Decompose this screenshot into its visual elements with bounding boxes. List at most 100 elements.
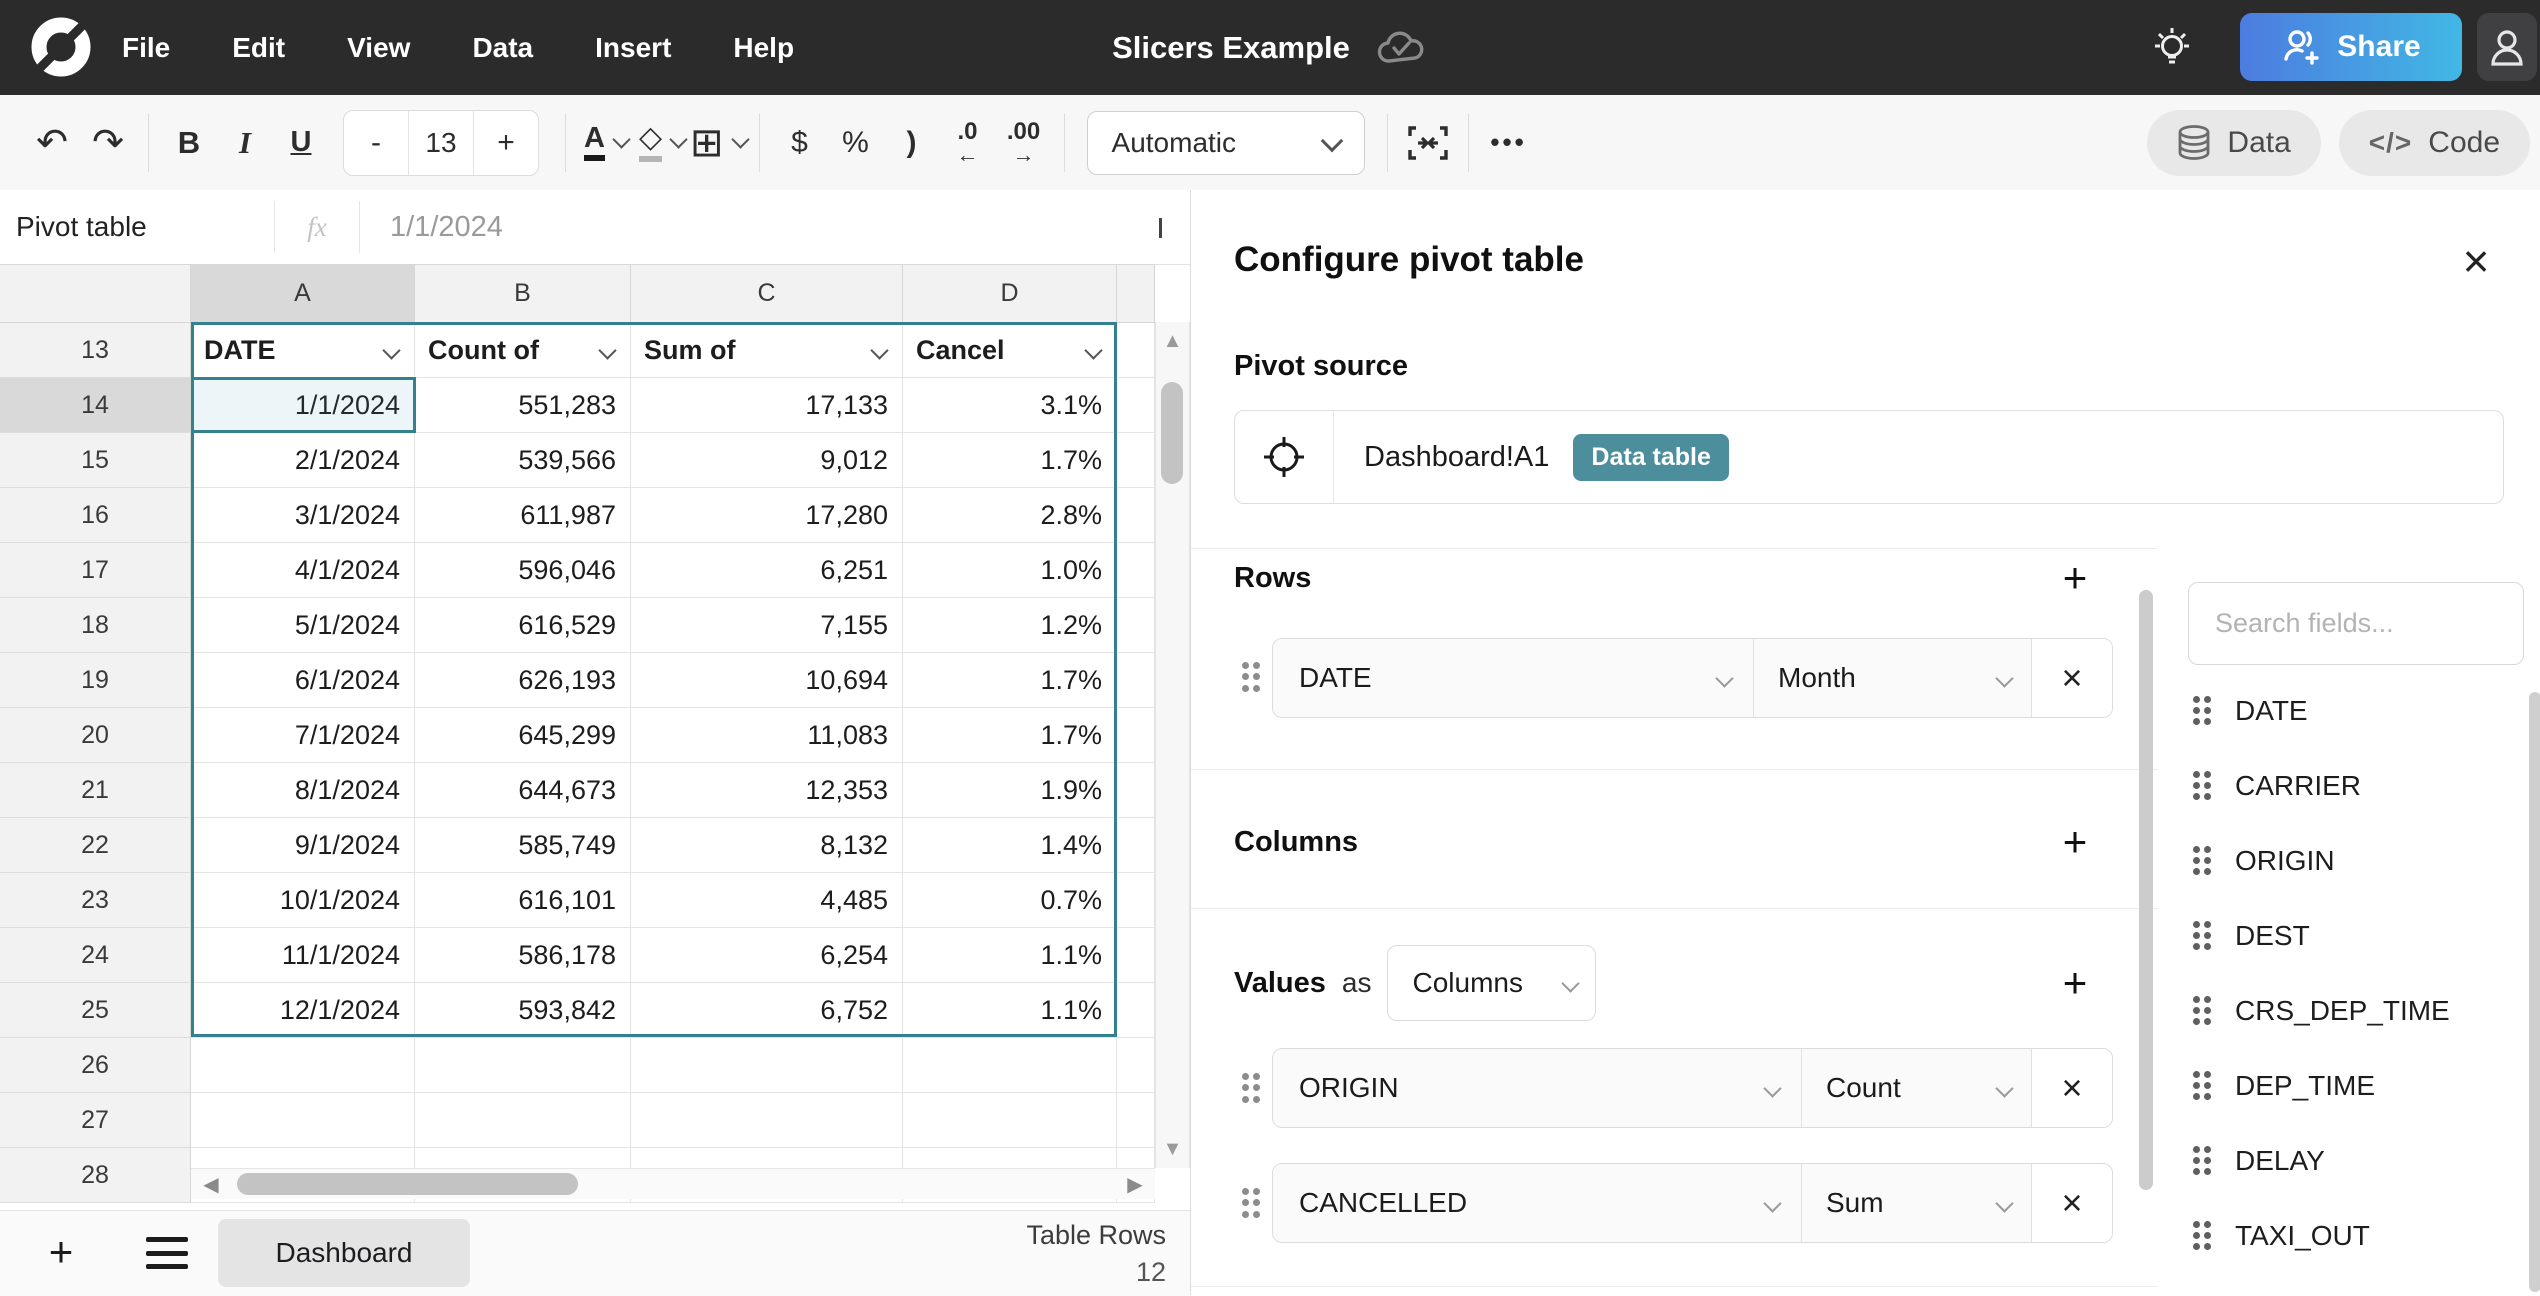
add-value-field-button[interactable]: + (2053, 961, 2097, 1005)
drag-handle-icon[interactable] (2191, 1144, 2213, 1178)
cell-empty[interactable] (1117, 598, 1155, 653)
cell-empty[interactable] (1117, 543, 1155, 598)
drag-handle-icon[interactable] (2191, 994, 2213, 1028)
horizontal-scrollbar[interactable]: ◀ ▶ (191, 1168, 1155, 1199)
row-header-27[interactable]: 27 (0, 1093, 191, 1148)
values-as-select[interactable]: Columns (1387, 945, 1596, 1021)
font-size-value[interactable]: 13 (408, 111, 474, 175)
cell-empty[interactable] (1117, 928, 1155, 983)
cell-empty[interactable] (415, 1038, 631, 1093)
decrease-decimal-button[interactable]: .0← (940, 111, 996, 175)
app-logo-icon[interactable] (30, 16, 92, 78)
field-item-crs_dep_time[interactable]: CRS_DEP_TIME (2191, 973, 2521, 1048)
cell[interactable]: 5/1/2024 (191, 598, 415, 653)
cell-empty[interactable] (1117, 983, 1155, 1038)
cell[interactable]: 17,280 (631, 488, 903, 543)
cell[interactable]: 0.7% (903, 873, 1117, 928)
cell[interactable]: 1.7% (903, 653, 1117, 708)
cell[interactable]: 596,046 (415, 543, 631, 598)
cell[interactable]: 616,529 (415, 598, 631, 653)
row-header-16[interactable]: 16 (0, 488, 191, 543)
value-aggregation-select[interactable]: Sum (1802, 1164, 2032, 1242)
document-title[interactable]: Slicers Example (1112, 30, 1350, 66)
horizontal-scroll-thumb[interactable] (237, 1173, 578, 1195)
underline-button[interactable]: U (273, 111, 329, 175)
cell[interactable]: 551,283 (415, 378, 631, 433)
filter-cell-cancel[interactable]: Cancel (903, 323, 1117, 378)
drag-handle-icon[interactable] (1240, 1071, 1262, 1105)
cell-empty[interactable] (1117, 1038, 1155, 1093)
close-icon[interactable]: × (2453, 238, 2499, 284)
cell[interactable]: 645,299 (415, 708, 631, 763)
cell[interactable]: 593,842 (415, 983, 631, 1038)
cell[interactable]: 7,155 (631, 598, 903, 653)
cell[interactable]: 9/1/2024 (191, 818, 415, 873)
row-header-20[interactable]: 20 (0, 708, 191, 763)
cell[interactable]: 10/1/2024 (191, 873, 415, 928)
cell[interactable]: 616,101 (415, 873, 631, 928)
italic-button[interactable]: I (217, 111, 273, 175)
column-header-D[interactable]: D (903, 265, 1117, 323)
borders-button[interactable]: ⊞ (690, 111, 747, 175)
percent-format-button[interactable]: % (828, 111, 884, 175)
field-item-date[interactable]: DATE (2191, 673, 2521, 748)
filter-chevron-down-icon[interactable] (598, 341, 616, 359)
cell-empty[interactable] (903, 1038, 1117, 1093)
lightbulb-icon[interactable] (2150, 26, 2194, 70)
cell-empty[interactable] (1117, 763, 1155, 818)
cell[interactable]: 6,251 (631, 543, 903, 598)
cell[interactable]: 12,353 (631, 763, 903, 818)
cell[interactable]: 2/1/2024 (191, 433, 415, 488)
drag-handle-icon[interactable] (1240, 1186, 1262, 1220)
column-header-A[interactable]: A (191, 265, 415, 323)
cell[interactable]: 1.7% (903, 433, 1117, 488)
row-header-18[interactable]: 18 (0, 598, 191, 653)
scroll-right-icon[interactable]: ▶ (1117, 1169, 1153, 1199)
cell[interactable]: 11,083 (631, 708, 903, 763)
row-header-24[interactable]: 24 (0, 928, 191, 983)
account-button[interactable] (2477, 13, 2537, 81)
cell[interactable]: 586,178 (415, 928, 631, 983)
cell-empty[interactable] (1117, 653, 1155, 708)
menu-view[interactable]: View (347, 32, 410, 64)
pivot-source-box[interactable]: Dashboard!A1 Data table (1234, 410, 2504, 504)
column-header-C[interactable]: C (631, 265, 903, 323)
drag-handle-icon[interactable] (1240, 660, 1262, 694)
cell-empty[interactable] (191, 1093, 415, 1148)
add-sheet-button[interactable]: + (38, 1229, 84, 1275)
name-box[interactable]: Pivot table (0, 211, 274, 243)
row-header-17[interactable]: 17 (0, 543, 191, 598)
row-header-23[interactable]: 23 (0, 873, 191, 928)
cell[interactable]: 1.7% (903, 708, 1117, 763)
remove-icon[interactable]: × (2032, 1049, 2112, 1127)
filter-chevron-down-icon[interactable] (1084, 341, 1102, 359)
cell-empty[interactable] (1117, 433, 1155, 488)
cell[interactable]: 626,193 (415, 653, 631, 708)
more-options-button[interactable]: ••• (1481, 111, 1537, 175)
cell-empty[interactable] (631, 1038, 903, 1093)
cell[interactable]: 585,749 (415, 818, 631, 873)
cell-empty[interactable] (191, 1038, 415, 1093)
cell-empty[interactable] (415, 1093, 631, 1148)
expand-formula-bar-button[interactable] (1149, 218, 1162, 236)
fields-scroll-thumb[interactable] (2529, 692, 2540, 1292)
cell[interactable]: 1.1% (903, 928, 1117, 983)
cell[interactable]: 611,987 (415, 488, 631, 543)
cell-empty[interactable] (631, 1093, 903, 1148)
cell[interactable]: 644,673 (415, 763, 631, 818)
number-format-select[interactable]: Automatic (1087, 111, 1365, 175)
drag-handle-icon[interactable] (2191, 769, 2213, 803)
cell[interactable]: 1.0% (903, 543, 1117, 598)
row-header-26[interactable]: 26 (0, 1038, 191, 1093)
currency-format-button[interactable]: $ (772, 111, 828, 175)
field-item-carrier[interactable]: CARRIER (2191, 748, 2521, 823)
value-aggregation-select[interactable]: Count (1802, 1049, 2032, 1127)
drag-handle-icon[interactable] (2191, 1069, 2213, 1103)
cell[interactable]: 7/1/2024 (191, 708, 415, 763)
drag-handle-icon[interactable] (2191, 694, 2213, 728)
fill-color-button[interactable]: ◇ (634, 111, 690, 175)
fit-to-data-button[interactable] (1400, 111, 1456, 175)
cell[interactable]: 1.9% (903, 763, 1117, 818)
cell[interactable]: 3.1% (903, 378, 1117, 433)
cell[interactable]: 1.2% (903, 598, 1117, 653)
